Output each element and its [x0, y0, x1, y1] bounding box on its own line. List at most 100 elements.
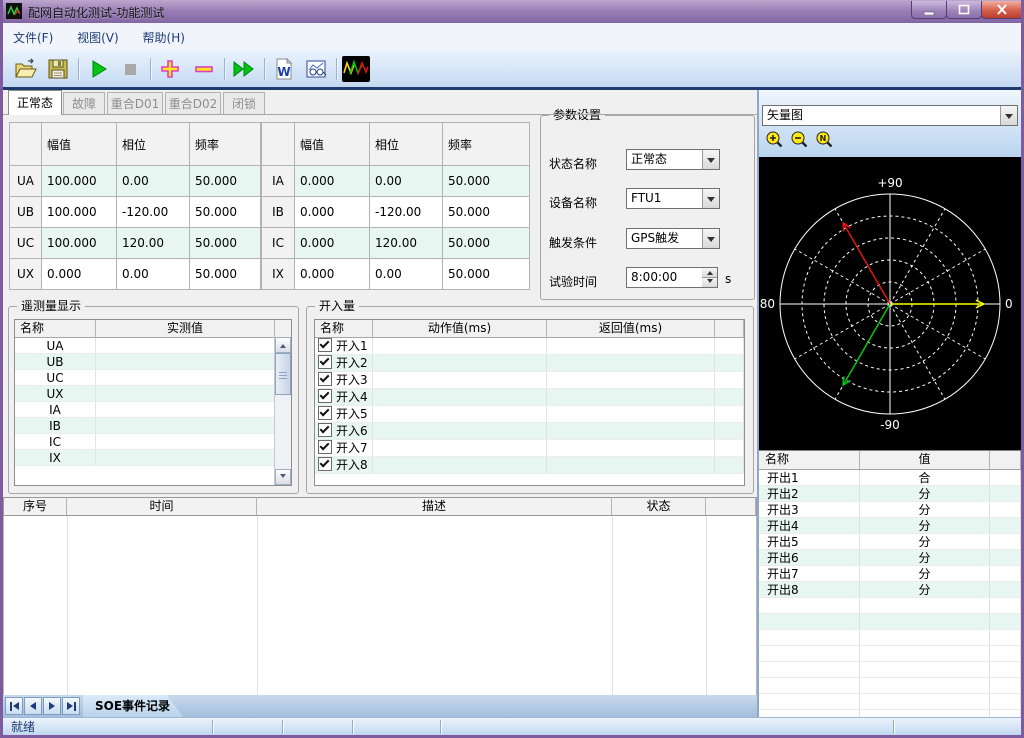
run-all-button[interactable]: [230, 55, 258, 83]
tab-lockout[interactable]: 闭锁: [223, 92, 265, 114]
grid-cell[interactable]: 120.00: [117, 228, 190, 259]
zoom-in-button[interactable]: [765, 130, 783, 148]
grid-cell[interactable]: -120.00: [117, 197, 190, 228]
trigger-condition-select[interactable]: GPS触发: [626, 228, 720, 249]
test-time-input[interactable]: 8:00:00: [626, 267, 703, 288]
input-checkbox[interactable]: [318, 389, 332, 403]
zoom-out-button[interactable]: [790, 130, 808, 148]
prev-page-button[interactable]: [24, 697, 42, 715]
tab-normal-state[interactable]: 正常态: [8, 90, 62, 115]
grid-cell[interactable]: 50.000: [443, 166, 530, 197]
run-button[interactable]: [84, 55, 112, 83]
grid-cell[interactable]: 100.000: [42, 197, 117, 228]
grid-cell[interactable]: 0.000: [295, 197, 370, 228]
col-frequency: 频率: [443, 123, 530, 166]
params-group-title: 参数设置: [549, 108, 605, 123]
menu-view[interactable]: 视图(V): [67, 23, 129, 46]
maximize-button[interactable]: [946, 1, 982, 19]
grid-cell[interactable]: 50.000: [443, 197, 530, 228]
waveform-button[interactable]: [342, 55, 370, 83]
device-name-select[interactable]: FTU1: [626, 188, 720, 209]
dropdown-button[interactable]: [702, 189, 719, 208]
grid-cell[interactable]: -120.00: [370, 197, 443, 228]
zoom-out-icon: [790, 130, 808, 148]
close-button[interactable]: [981, 1, 1023, 19]
input-name: 开入8: [336, 458, 368, 472]
tab-soe-events[interactable]: SOE事件记录: [83, 695, 183, 717]
grid-cell[interactable]: 0.000: [295, 228, 370, 259]
grid-cell[interactable]: 50.000: [443, 259, 530, 290]
grid-cell[interactable]: 50.000: [190, 166, 261, 197]
last-page-button[interactable]: [62, 697, 80, 715]
test-time-unit: s: [725, 272, 731, 286]
telemetry-scrollbar[interactable]: [274, 337, 291, 485]
grid-cell[interactable]: 50.000: [190, 228, 261, 259]
state-name-select[interactable]: 正常态: [626, 149, 720, 170]
output-name: 开出7: [759, 566, 860, 582]
next-page-button[interactable]: [43, 697, 61, 715]
first-page-button[interactable]: [5, 697, 23, 715]
add-button[interactable]: [156, 55, 184, 83]
grid-cell[interactable]: 50.000: [443, 228, 530, 259]
row-label: UB: [10, 197, 42, 228]
chevron-down-icon: [707, 158, 715, 167]
chevron-down-icon: [1005, 114, 1013, 123]
chevron-down-icon: [707, 197, 715, 206]
col-extra: [715, 320, 744, 337]
grid-cell[interactable]: 50.000: [190, 259, 261, 290]
open-button[interactable]: [12, 55, 40, 83]
zoom-reset-button[interactable]: N: [815, 130, 833, 148]
menu-file[interactable]: 文件(F): [3, 23, 63, 46]
output-row-empty: [759, 662, 1021, 678]
tab-fault[interactable]: 故障: [63, 92, 105, 114]
remove-button[interactable]: [190, 55, 218, 83]
input-checkbox[interactable]: [318, 338, 332, 352]
device-name-label: 设备名称: [549, 194, 597, 211]
inputs-header: 名称 动作值(ms) 返回值(ms): [315, 320, 744, 338]
grid-cell[interactable]: 0.00: [370, 259, 443, 290]
dropdown-button[interactable]: [702, 229, 719, 248]
grid-cell[interactable]: 0.000: [295, 166, 370, 197]
params-group: 参数设置 状态名称 正常态 设备名称 FTU1 触发条件 GPS触发 试验时间 …: [540, 115, 755, 300]
report-preview-button[interactable]: [302, 55, 330, 83]
event-table-body[interactable]: [3, 516, 757, 695]
input-checkbox[interactable]: [318, 355, 332, 369]
output-value: 分: [860, 534, 990, 550]
telemetry-value: [96, 370, 275, 386]
scroll-up-button[interactable]: [275, 337, 291, 353]
save-button[interactable]: [44, 55, 72, 83]
scrollbar-thumb[interactable]: [275, 353, 291, 395]
test-time-spinner[interactable]: [702, 267, 718, 288]
grid-cell[interactable]: 0.000: [295, 259, 370, 290]
grid-cell[interactable]: 120.00: [370, 228, 443, 259]
input-checkbox[interactable]: [318, 440, 332, 454]
chevron-down-icon: [280, 474, 286, 481]
output-row: 开出5分: [759, 534, 1021, 550]
input-checkbox[interactable]: [318, 423, 332, 437]
telemetry-value: [96, 418, 275, 434]
scroll-down-button[interactable]: [275, 469, 291, 485]
row-label: IB: [262, 197, 295, 228]
dropdown-button[interactable]: [702, 150, 719, 169]
grid-cell[interactable]: 50.000: [190, 197, 261, 228]
input-checkbox[interactable]: [318, 457, 332, 471]
minimize-button[interactable]: [911, 1, 947, 19]
app-window: 配网自动化测试-功能测试 文件(F) 视图(V) 帮助(H): [0, 0, 1024, 738]
tab-reclose-d02[interactable]: 重合D02: [165, 92, 221, 114]
input-checkbox[interactable]: [318, 406, 332, 420]
grid-cell[interactable]: 0.00: [370, 166, 443, 197]
view-selector[interactable]: 矢量图: [762, 105, 1018, 126]
word-report-button[interactable]: W: [270, 55, 298, 83]
grid-cell[interactable]: 0.00: [117, 259, 190, 290]
grid-cell[interactable]: 100.000: [42, 166, 117, 197]
stop-button[interactable]: [116, 55, 144, 83]
spin-down-button[interactable]: [702, 278, 717, 287]
menu-help[interactable]: 帮助(H): [133, 23, 195, 46]
dropdown-button[interactable]: [1000, 106, 1017, 125]
input-checkbox[interactable]: [318, 372, 332, 386]
spin-up-button[interactable]: [702, 268, 717, 278]
grid-cell[interactable]: 100.000: [42, 228, 117, 259]
grid-cell[interactable]: 0.00: [117, 166, 190, 197]
tab-reclose-d01[interactable]: 重合D01: [107, 92, 163, 114]
grid-cell[interactable]: 0.000: [42, 259, 117, 290]
